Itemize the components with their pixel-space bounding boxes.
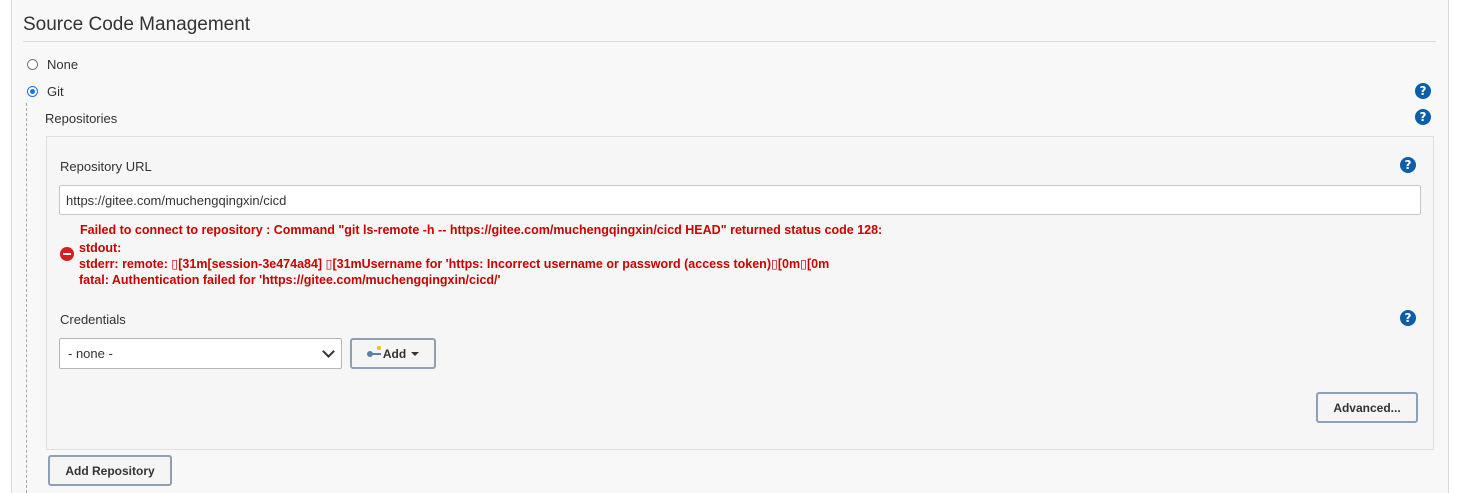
help-icon[interactable]: ?	[1415, 109, 1431, 125]
advanced-button[interactable]: Advanced...	[1316, 392, 1418, 423]
scm-option-git[interactable]: Git	[27, 84, 64, 99]
credentials-selected-value: - none -	[68, 346, 113, 361]
credentials-select[interactable]: - none -	[59, 338, 342, 369]
caret-down-icon	[411, 351, 420, 356]
help-icon[interactable]: ?	[1400, 157, 1416, 173]
repository-entry	[46, 136, 1434, 450]
git-section-indent-line	[26, 103, 27, 493]
error-line: fatal: Authentication failed for 'https:…	[79, 273, 501, 287]
error-line: stdout:	[79, 241, 122, 255]
chevron-down-icon	[322, 345, 335, 358]
scm-option-none[interactable]: None	[27, 57, 78, 72]
help-icon[interactable]: ?	[1400, 310, 1416, 326]
repository-url-input[interactable]	[59, 185, 1421, 215]
scm-option-label: Git	[47, 84, 64, 99]
add-credentials-button[interactable]: Add	[350, 338, 436, 369]
add-repository-button[interactable]: Add Repository	[48, 455, 172, 486]
error-line: Failed to connect to repository : Comman…	[80, 223, 883, 237]
repositories-label: Repositories	[45, 111, 118, 126]
help-icon[interactable]: ?	[1415, 83, 1431, 99]
add-credentials-label: Add	[382, 346, 407, 361]
scm-option-label: None	[47, 57, 79, 72]
credentials-label: Credentials	[60, 312, 126, 327]
error-line: stderr: remote: ▯[31m[session-3e474a84] …	[79, 257, 830, 271]
radio-none[interactable]	[27, 59, 38, 70]
section-divider	[23, 41, 1436, 42]
section-title: Source Code Management	[23, 14, 251, 35]
key-icon	[366, 345, 381, 358]
repository-url-label: Repository URL	[60, 159, 152, 174]
radio-git[interactable]	[27, 86, 38, 97]
error-icon	[60, 247, 74, 261]
